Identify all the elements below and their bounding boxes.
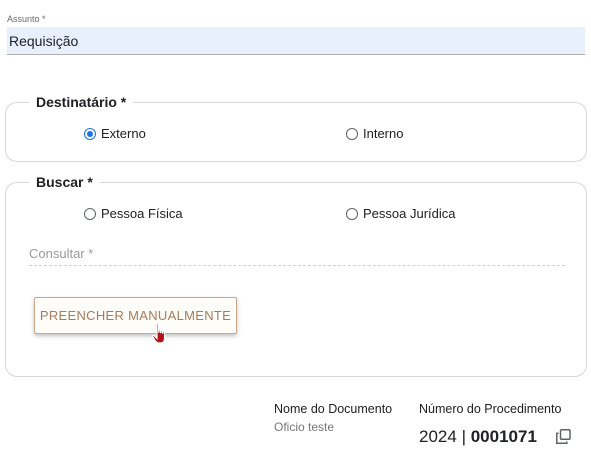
buscar-legend: Buscar * bbox=[29, 174, 100, 190]
hand-pointer-icon bbox=[152, 322, 166, 344]
procedimento-number: 0001071 bbox=[470, 427, 537, 446]
nome-documento-value: Oficio teste bbox=[274, 420, 335, 434]
numero-procedimento-value: 2024 | 0001071 bbox=[419, 427, 537, 447]
procedimento-separator: | bbox=[461, 427, 466, 446]
assunto-label: Assunto * bbox=[7, 14, 46, 24]
assunto-value: Requisição bbox=[9, 33, 79, 49]
destinatario-legend: Destinatário * bbox=[29, 94, 134, 110]
assunto-input[interactable]: Requisição bbox=[7, 27, 585, 55]
nome-documento-label: Nome do Documento bbox=[274, 402, 393, 416]
radio-pessoa-juridica-label: Pessoa Jurídica bbox=[363, 206, 456, 221]
numero-procedimento-label: Número do Procedimento bbox=[419, 402, 562, 416]
radio-pessoa-fisica-circle[interactable] bbox=[84, 207, 96, 220]
radio-externo[interactable]: Externo bbox=[84, 126, 146, 141]
radio-pessoa-fisica-label: Pessoa Física bbox=[101, 206, 183, 221]
radio-externo-circle[interactable] bbox=[84, 127, 96, 140]
radio-interno[interactable]: Interno bbox=[346, 126, 403, 141]
radio-pessoa-fisica[interactable]: Pessoa Física bbox=[84, 206, 183, 221]
copy-icon[interactable] bbox=[556, 429, 571, 444]
consultar-input[interactable]: Consultar * bbox=[29, 244, 565, 266]
radio-interno-circle[interactable] bbox=[346, 127, 358, 140]
radio-externo-label: Externo bbox=[101, 126, 146, 141]
radio-interno-label: Interno bbox=[363, 126, 404, 141]
radio-pessoa-juridica[interactable]: Pessoa Jurídica bbox=[346, 206, 456, 221]
consultar-placeholder: Consultar * bbox=[29, 246, 94, 261]
radio-pessoa-juridica-circle[interactable] bbox=[346, 207, 358, 220]
preencher-manualmente-button[interactable]: PREENCHER MANUALMENTE bbox=[34, 297, 237, 334]
procedimento-year: 2024 bbox=[419, 427, 457, 446]
